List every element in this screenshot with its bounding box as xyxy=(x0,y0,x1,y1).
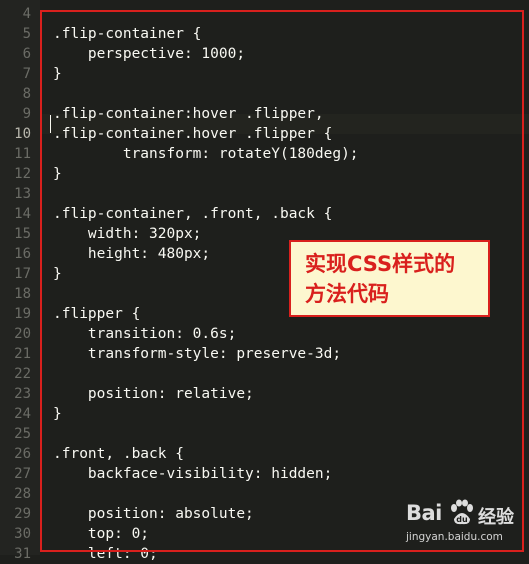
line-number: 25 xyxy=(14,426,31,442)
code-line[interactable]: transform-style: preserve-3d; xyxy=(53,344,341,364)
line-number: 18 xyxy=(14,286,31,302)
code-line[interactable]: top: 0; xyxy=(53,524,149,544)
line-number: 14 xyxy=(14,206,31,222)
code-line[interactable]: .flip-container, .front, .back { xyxy=(53,204,332,224)
code-line[interactable]: .flip-container { xyxy=(53,24,201,44)
code-line[interactable]: .flipper { xyxy=(53,304,140,324)
annotation-callout: 实现CSS样式的 方法代码 xyxy=(289,240,490,317)
annotation-line-1: 实现CSS样式的 xyxy=(305,252,456,276)
line-number: 22 xyxy=(14,366,31,382)
code-line[interactable]: .front, .back { xyxy=(53,444,184,464)
code-line[interactable]: transform: rotateY(180deg); xyxy=(53,144,359,164)
code-line[interactable]: } xyxy=(53,64,62,84)
code-line[interactable]: height: 480px; xyxy=(53,244,210,264)
code-line[interactable]: .flip-container:hover .flipper, xyxy=(53,104,324,124)
line-number: 30 xyxy=(14,526,31,542)
line-number: 28 xyxy=(14,486,31,502)
code-line[interactable]: } xyxy=(53,264,62,284)
annotation-line-2: 方法代码 xyxy=(305,282,389,306)
code-line[interactable]: } xyxy=(53,404,62,424)
code-line[interactable]: perspective: 1000; xyxy=(53,44,245,64)
line-number: 8 xyxy=(22,86,31,102)
line-number: 4 xyxy=(22,6,31,22)
line-number: 23 xyxy=(14,386,31,402)
line-number: 10 xyxy=(14,126,31,142)
line-number: 15 xyxy=(14,226,31,242)
line-number: 31 xyxy=(14,546,31,562)
line-number: 16 xyxy=(14,246,31,262)
line-number: 12 xyxy=(14,166,31,182)
code-line[interactable]: backface-visibility: hidden; xyxy=(53,464,332,484)
code-line[interactable]: transition: 0.6s; xyxy=(53,324,236,344)
code-line[interactable]: } xyxy=(53,164,62,184)
line-number: 11 xyxy=(14,146,31,162)
line-number: 17 xyxy=(14,266,31,282)
line-number: 20 xyxy=(14,326,31,342)
text-cursor xyxy=(50,115,51,133)
line-number: 27 xyxy=(14,466,31,482)
line-number: 29 xyxy=(14,506,31,522)
code-line[interactable]: left: 0; xyxy=(53,544,158,564)
line-number: 19 xyxy=(14,306,31,322)
line-number: 5 xyxy=(22,26,31,42)
line-number: 26 xyxy=(14,446,31,462)
line-number: 13 xyxy=(14,186,31,202)
code-line[interactable]: width: 320px; xyxy=(53,224,202,244)
code-line[interactable]: position: relative; xyxy=(53,384,254,404)
code-line[interactable]: position: absolute; xyxy=(53,504,254,524)
line-number: 9 xyxy=(22,106,31,122)
line-number: 6 xyxy=(22,46,31,62)
line-number: 21 xyxy=(14,346,31,362)
line-number: 24 xyxy=(14,406,31,422)
line-number: 7 xyxy=(22,66,31,82)
code-line[interactable]: .flip-container.hover .flipper { xyxy=(53,124,332,144)
